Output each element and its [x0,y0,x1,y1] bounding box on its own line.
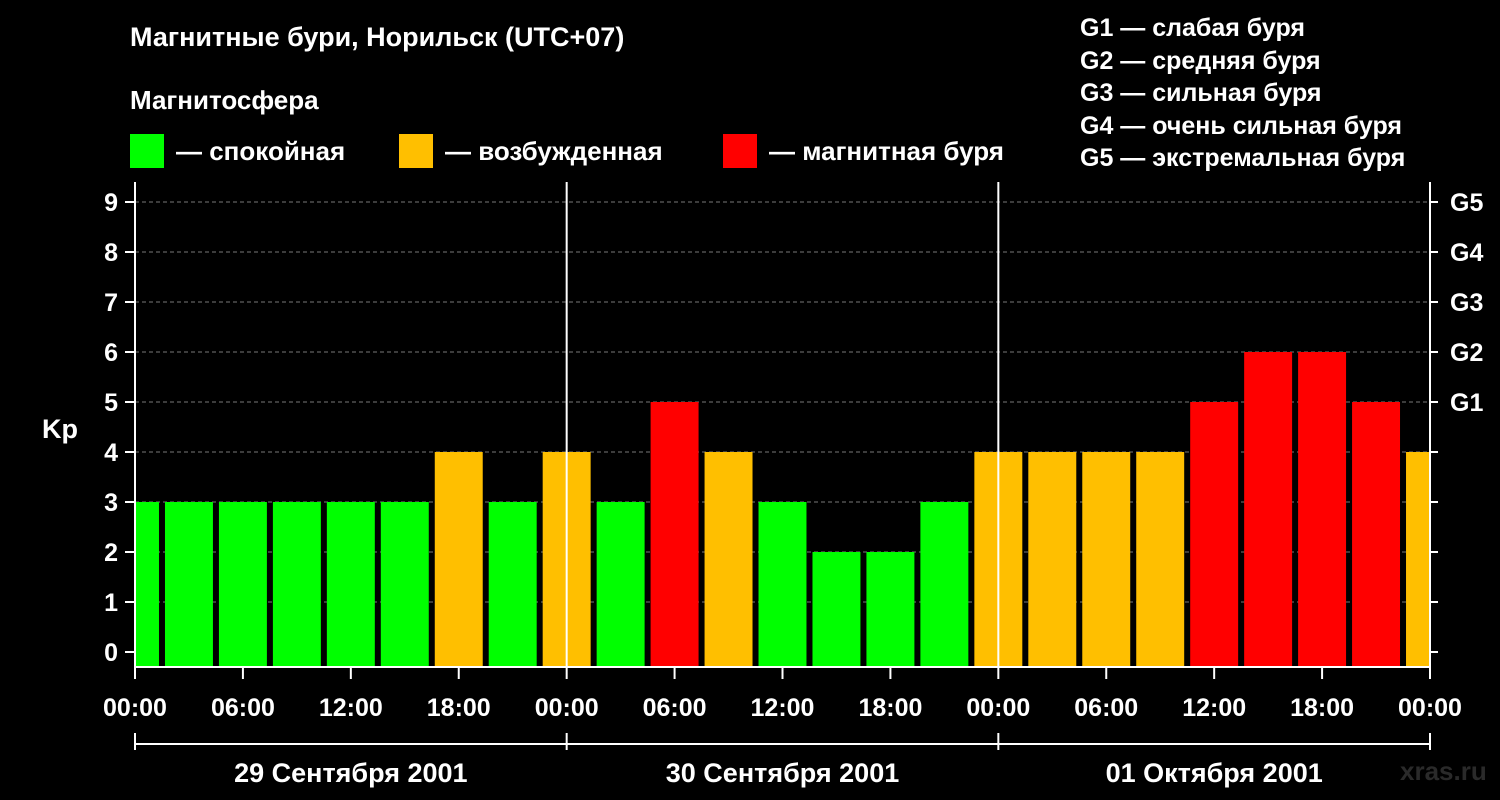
g-label-g3: G3 [1450,289,1483,317]
g-label-g5: G5 [1450,189,1483,217]
x-tick-label-12: 00:00 [1398,694,1462,722]
day-label-2: 01 Октября 2001 [1106,758,1323,788]
x-tick-label-3: 18:00 [427,694,491,722]
x-tick-label-5: 06:00 [643,694,707,722]
bar-10 [650,402,699,667]
day-label-1: 30 Сентября 2001 [666,758,899,788]
bar-23 [1352,402,1401,667]
bar-0 [136,502,159,667]
x-tick-label-9: 06:00 [1074,694,1138,722]
bar-20 [1190,402,1239,667]
bar-13 [812,552,861,667]
x-tick-label-4: 00:00 [535,694,599,722]
y-tick-label-8: 8 [104,239,118,267]
bar-21 [1244,352,1293,667]
kp-bar-chart: 0 1 2 3 4 5 6 7 8 9 G1 G2 G3 G4 G5 Kp 00:00 06:00 12:00 18:… [42,182,1483,788]
y-tick-label-4: 4 [104,439,118,467]
x-tick-label-6: 12:00 [751,694,815,722]
x-tick-label-10: 12:00 [1182,694,1246,722]
g-label-g2: G2 [1450,339,1483,367]
bar-9 [596,502,645,667]
y-tick-label-5: 5 [104,389,118,417]
bar-1 [164,502,213,667]
y-tick-label-9: 9 [104,189,118,217]
bar-6 [434,452,483,667]
bar-19 [1136,452,1185,667]
bar-18 [1082,452,1131,667]
bar-15 [920,502,969,667]
x-tick-label-0: 00:00 [103,694,167,722]
y-axis-label: Kp [42,414,78,444]
bar-5 [380,502,429,667]
x-tick-label-8: 00:00 [966,694,1030,722]
bar-3 [272,502,321,667]
bar-24 [1406,452,1429,667]
bar-17 [1028,452,1077,667]
bar-14 [866,552,915,667]
y-tick-label-6: 6 [104,339,118,367]
bar-2 [218,502,267,667]
y-tick-label-3: 3 [104,489,118,517]
x-tick-label-1: 06:00 [211,694,275,722]
bar-22 [1298,352,1347,667]
y-tick-label-1: 1 [104,589,118,617]
y-tick-label-7: 7 [104,289,118,317]
bar-12 [758,502,807,667]
y-tick-label-2: 2 [104,539,118,567]
x-tick-label-11: 18:00 [1290,694,1354,722]
g-label-g1: G1 [1450,389,1483,417]
bar-4 [326,502,375,667]
bar-11 [704,452,753,667]
g-label-g4: G4 [1450,239,1483,267]
x-tick-label-2: 12:00 [319,694,383,722]
y-tick-label-0: 0 [104,639,118,667]
bar-7 [488,502,537,667]
day-label-0: 29 Сентября 2001 [234,758,467,788]
x-tick-label-7: 18:00 [858,694,922,722]
